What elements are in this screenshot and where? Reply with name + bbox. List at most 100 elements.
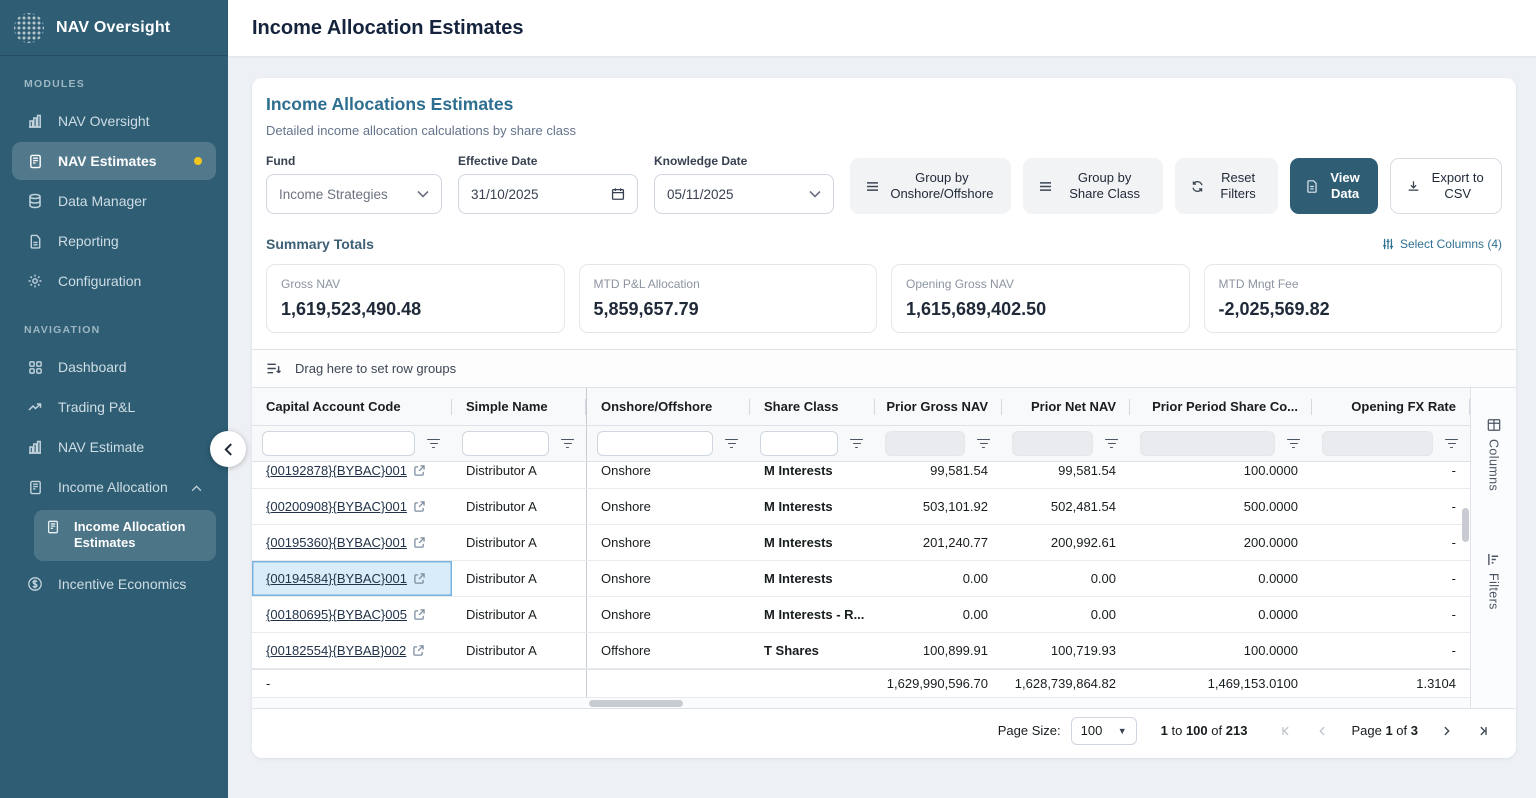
knowledge-date-select[interactable]: 05/11/2025 xyxy=(654,174,834,214)
last-page-button[interactable] xyxy=(1470,718,1496,744)
first-page-button[interactable] xyxy=(1273,718,1299,744)
columns-panel-tab[interactable]: Columns xyxy=(1487,418,1501,491)
column-header-simple-name[interactable]: Simple Name xyxy=(452,388,587,425)
capital-account-code-cell[interactable]: {00195360}{BYBAC}001 xyxy=(252,525,452,560)
sidebar-item-configuration[interactable]: Configuration xyxy=(12,262,216,300)
external-link-icon[interactable] xyxy=(413,645,424,656)
filters-panel-tab[interactable]: Filters xyxy=(1487,553,1501,610)
page-size-select[interactable]: 100 ▼ xyxy=(1071,717,1137,745)
group-by-share-class-button[interactable]: Group by Share Class xyxy=(1023,158,1164,214)
sidebar-item-label: Data Manager xyxy=(58,193,147,209)
share-class-cell: M Interests xyxy=(750,489,875,524)
filter-menu-icon[interactable] xyxy=(423,435,444,453)
table-row[interactable]: {00194584}{BYBAC}001 Distributor A Onsho… xyxy=(252,561,1470,597)
column-header-share-class[interactable]: Share Class xyxy=(750,388,875,425)
sidebar-item-trading-pl[interactable]: Trading P&L xyxy=(12,388,216,426)
onshore-offshore-cell: Onshore xyxy=(587,597,750,632)
external-link-icon[interactable] xyxy=(414,501,425,512)
prior-gross-nav-cell: 99,581.54 xyxy=(875,462,1002,488)
capital-account-code-link[interactable]: {00182554}{BYBAB}002 xyxy=(266,643,406,658)
prior-period-share-cell: 200.0000 xyxy=(1130,525,1312,560)
select-columns-button[interactable]: Select Columns (4) xyxy=(1382,237,1502,251)
sidebar-collapse-button[interactable] xyxy=(210,431,246,467)
sidebar: NAV Oversight MODULES NAV Oversight NAV … xyxy=(0,0,228,798)
sidebar-item-nav-estimates[interactable]: NAV Estimates xyxy=(12,142,216,180)
grid-totals-row: - 1,629,990,596.70 1,628,739,864.82 1,46… xyxy=(252,669,1470,697)
opening-fx-rate-cell: - xyxy=(1312,597,1470,632)
capital-account-code-link[interactable]: {00194584}{BYBAC}001 xyxy=(266,571,407,586)
view-data-button[interactable]: View Data xyxy=(1290,158,1379,214)
filter-menu-icon[interactable] xyxy=(1101,435,1122,453)
filter-input-onshore-offshore[interactable] xyxy=(597,431,713,456)
simple-name-cell: Distributor A xyxy=(452,462,587,488)
filter-menu-icon[interactable] xyxy=(1441,435,1462,453)
rows-icon xyxy=(1039,181,1052,192)
table-row[interactable]: {00195360}{BYBAC}001 Distributor A Onsho… xyxy=(252,525,1470,561)
table-row[interactable]: {00192878}{BYBAC}001 Distributor A Onsho… xyxy=(252,462,1470,489)
filter-menu-icon[interactable] xyxy=(846,435,867,453)
filter-input-opening-fx-rate xyxy=(1322,431,1433,456)
capital-account-code-cell[interactable]: {00180695}{BYBAC}005 xyxy=(252,597,452,632)
chevron-down-icon xyxy=(417,190,429,198)
button-label: Group by Onshore/Offshore xyxy=(889,170,995,203)
group-by-onshore-offshore-button[interactable]: Group by Onshore/Offshore xyxy=(850,158,1011,214)
calendar-icon[interactable] xyxy=(611,187,625,201)
sidebar-item-data-manager[interactable]: Data Manager xyxy=(12,182,216,220)
prior-gross-nav-cell: 0.00 xyxy=(875,561,1002,596)
sidebar-item-dashboard[interactable]: Dashboard xyxy=(12,348,216,386)
reset-filters-button[interactable]: Reset Filters xyxy=(1175,158,1277,214)
previous-page-button[interactable] xyxy=(1309,718,1335,744)
external-link-icon[interactable] xyxy=(414,609,425,620)
prior-period-share-cell: 0.0000 xyxy=(1130,561,1312,596)
effective-date-input[interactable]: 31/10/2025 xyxy=(458,174,638,214)
external-link-icon[interactable] xyxy=(414,573,425,584)
column-header-capital-account-code[interactable]: Capital Account Code xyxy=(252,388,452,425)
external-link-icon[interactable] xyxy=(414,465,425,476)
sidebar-item-nav-oversight[interactable]: NAV Oversight xyxy=(12,102,216,140)
capital-account-code-cell[interactable]: {00200908}{BYBAC}001 xyxy=(252,489,452,524)
external-link-icon[interactable] xyxy=(414,537,425,548)
column-header-opening-fx-rate[interactable]: Opening FX Rate xyxy=(1312,388,1470,425)
summary-card-value: 1,619,523,490.48 xyxy=(281,299,550,320)
capital-account-code-cell[interactable]: {00194584}{BYBAC}001 xyxy=(252,561,452,596)
capital-account-code-link[interactable]: {00192878}{BYBAC}001 xyxy=(266,463,407,478)
row-group-drop-zone[interactable]: Drag here to set row groups xyxy=(252,350,1516,388)
sidebar-item-nav-estimate[interactable]: NAV Estimate xyxy=(12,428,216,466)
hscroll-track[interactable] xyxy=(587,698,1470,708)
column-header-prior-period-share[interactable]: Prior Period Share Co... xyxy=(1130,388,1312,425)
filter-menu-icon[interactable] xyxy=(721,435,742,453)
filter-input-capital-account-code[interactable] xyxy=(262,431,415,456)
filter-input-simple-name[interactable] xyxy=(462,431,549,456)
column-header-prior-net-nav[interactable]: Prior Net NAV xyxy=(1002,388,1130,425)
fund-field: Fund Income Strategies xyxy=(266,154,442,214)
next-page-button[interactable] xyxy=(1434,718,1460,744)
sidebar-item-label: Trading P&L xyxy=(58,399,135,415)
vertical-scrollbar[interactable] xyxy=(1462,508,1469,542)
filter-menu-icon[interactable] xyxy=(973,435,994,453)
summary-card-value: 1,615,689,402.50 xyxy=(906,299,1175,320)
table-row[interactable]: {00180695}{BYBAC}005 Distributor A Onsho… xyxy=(252,597,1470,633)
capital-account-code-link[interactable]: {00195360}{BYBAC}001 xyxy=(266,535,407,550)
sidebar-item-income-allocation[interactable]: Income Allocation xyxy=(12,468,216,506)
totals-code: - xyxy=(252,670,452,697)
main-area: Income Allocation Estimates Income Alloc… xyxy=(228,0,1536,798)
prior-net-nav-cell: 200,992.61 xyxy=(1002,525,1130,560)
sidebar-subitem-income-allocation-estimates[interactable]: Income Allocation Estimates xyxy=(34,510,216,561)
column-header-prior-gross-nav[interactable]: Prior Gross NAV xyxy=(875,388,1002,425)
horizontal-scrollbar[interactable] xyxy=(589,700,683,707)
capital-account-code-link[interactable]: {00180695}{BYBAC}005 xyxy=(266,607,407,622)
table-row[interactable]: {00200908}{BYBAC}001 Distributor A Onsho… xyxy=(252,489,1470,525)
export-csv-button[interactable]: Export to CSV xyxy=(1390,158,1502,214)
sidebar-item-reporting[interactable]: Reporting xyxy=(12,222,216,260)
column-header-onshore-offshore[interactable]: Onshore/Offshore xyxy=(587,388,750,425)
capital-account-code-cell[interactable]: {00192878}{BYBAC}001 xyxy=(252,462,452,488)
table-row[interactable]: {00182554}{BYBAB}002 Distributor A Offsh… xyxy=(252,633,1470,669)
capital-account-code-link[interactable]: {00200908}{BYBAC}001 xyxy=(266,499,407,514)
filter-menu-icon[interactable] xyxy=(1283,435,1304,453)
capital-account-code-cell[interactable]: {00182554}{BYBAB}002 xyxy=(252,633,452,668)
filter-input-share-class[interactable] xyxy=(760,431,838,456)
filter-menu-icon[interactable] xyxy=(557,435,578,453)
chevron-up-icon xyxy=(191,485,202,492)
fund-select[interactable]: Income Strategies xyxy=(266,174,442,214)
sidebar-item-incentive-economics[interactable]: Incentive Economics xyxy=(12,565,216,603)
